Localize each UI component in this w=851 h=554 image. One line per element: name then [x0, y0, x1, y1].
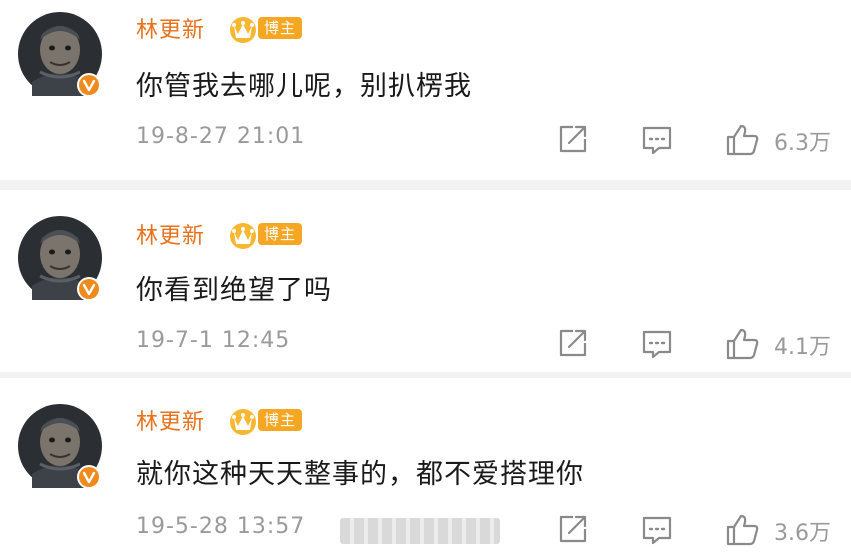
- share-button[interactable]: [556, 326, 590, 362]
- username[interactable]: 林更新: [136, 404, 205, 436]
- like-count: 3.6万: [774, 521, 831, 546]
- share-icon: [559, 125, 587, 153]
- timestamp: 19-8-27 21:01: [136, 124, 306, 149]
- author-badge: 博主: [228, 218, 304, 250]
- like-count: 4.1万: [774, 335, 831, 360]
- author-badge: 博主: [228, 12, 304, 44]
- share-button[interactable]: [556, 122, 590, 158]
- comment-icon: [642, 516, 672, 545]
- thumbs-up-icon: [726, 328, 759, 360]
- username[interactable]: 林更新: [136, 218, 205, 250]
- share-button[interactable]: [556, 512, 590, 548]
- crown-icon: [230, 409, 256, 435]
- like-count: 6.3万: [774, 131, 831, 156]
- comment-button[interactable]: [640, 122, 674, 158]
- verified-v-icon: [77, 277, 101, 301]
- comment-text: 你看到绝望了吗: [136, 275, 332, 306]
- like-button[interactable]: 6.3万: [724, 122, 844, 158]
- timestamp: 19-5-28 13:57: [136, 514, 306, 539]
- avatar[interactable]: [18, 12, 102, 96]
- verified-v-icon: [77, 465, 101, 489]
- comment-icon: [642, 126, 672, 155]
- comment-text: 你管我去哪儿呢，别扒楞我: [136, 71, 472, 102]
- comment-item: 林更新 博主 就你这种天天整事的，都不爱搭理你 19-5-28 13:57 3.…: [0, 378, 851, 554]
- comment-button[interactable]: [640, 326, 674, 362]
- comment-icon: [642, 330, 672, 359]
- share-icon: [559, 515, 587, 543]
- badge-label: 博主: [258, 17, 302, 39]
- avatar[interactable]: [18, 216, 102, 300]
- like-button[interactable]: 3.6万: [724, 512, 844, 548]
- crown-icon: [230, 17, 256, 43]
- comment-text: 就你这种天天整事的，都不爱搭理你: [136, 459, 584, 490]
- comment-item: 林更新 博主 你管我去哪儿呢，别扒楞我 19-8-27 21:01 6.3万: [0, 0, 851, 180]
- username[interactable]: 林更新: [136, 12, 205, 44]
- badge-label: 博主: [258, 223, 302, 245]
- verified-v-icon: [77, 73, 101, 97]
- thumbs-up-icon: [726, 124, 759, 156]
- divider: [0, 180, 851, 190]
- avatar[interactable]: [18, 404, 102, 488]
- blurred-username: [340, 518, 500, 544]
- crown-icon: [230, 223, 256, 249]
- share-icon: [559, 329, 587, 357]
- timestamp: 19-7-1 12:45: [136, 328, 291, 353]
- author-badge: 博主: [228, 404, 304, 436]
- comment-button[interactable]: [640, 512, 674, 548]
- like-button[interactable]: 4.1万: [724, 326, 844, 362]
- thumbs-up-icon: [726, 514, 759, 546]
- comment-item: 林更新 博主 你看到绝望了吗 19-7-1 12:45 4.1万: [0, 190, 851, 372]
- badge-label: 博主: [258, 409, 302, 431]
